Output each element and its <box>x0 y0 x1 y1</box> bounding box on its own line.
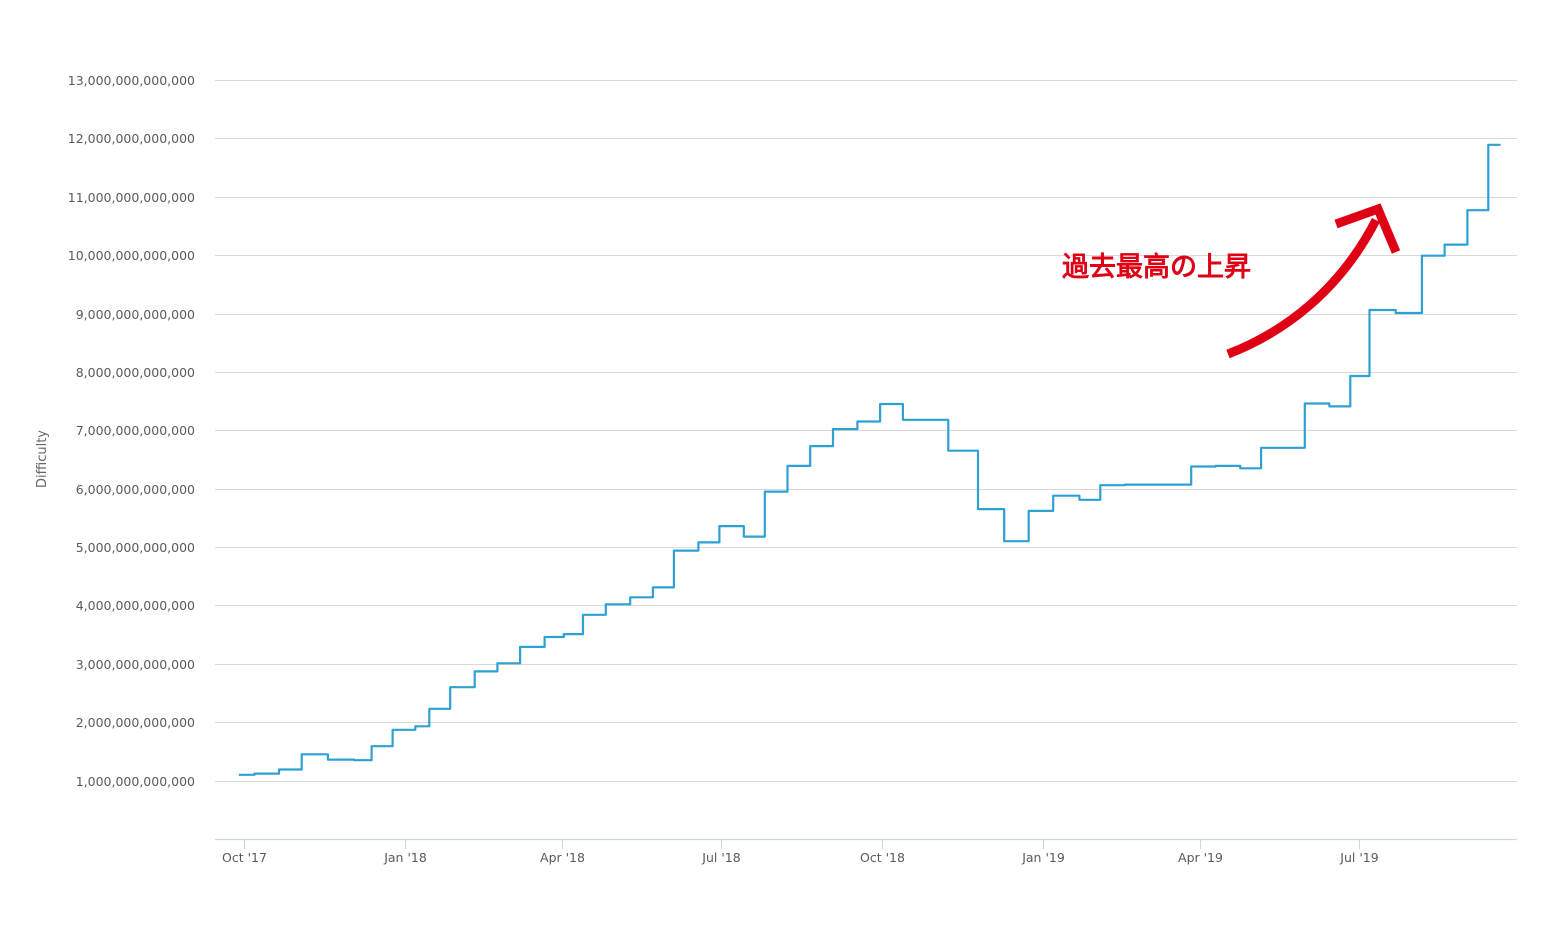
y-tick-label: 11,000,000,000,000 <box>68 190 195 205</box>
y-tick-label: 3,000,000,000,000 <box>76 657 195 672</box>
y-tick-label: 13,000,000,000,000 <box>68 73 195 88</box>
grid-lines <box>215 81 1517 782</box>
y-tick-label: 9,000,000,000,000 <box>76 307 195 322</box>
x-tick-label: Jul '18 <box>701 850 740 865</box>
x-tick-label: Jan '18 <box>383 850 427 865</box>
x-tick-label: Oct '18 <box>860 850 905 865</box>
x-tick-label: Oct '17 <box>222 850 267 865</box>
y-tick-label: 10,000,000,000,000 <box>68 248 195 263</box>
y-tick-label: 7,000,000,000,000 <box>76 423 195 438</box>
y-tick-label: 6,000,000,000,000 <box>76 482 195 497</box>
annotation: 過去最高の上昇 <box>1062 209 1396 354</box>
x-tick-label: Apr '18 <box>540 850 585 865</box>
annotation-arrow-icon <box>1228 220 1376 354</box>
chart-svg: 1,000,000,000,000 2,000,000,000,000 3,000,… <box>0 0 1560 924</box>
x-axis-tick-labels: Oct '17 Jan '18 Apr '18 Jul '18 Oct '18 Jan '… <box>222 850 1379 865</box>
y-tick-label: 8,000,000,000,000 <box>76 365 195 380</box>
y-tick-label: 2,000,000,000,000 <box>76 715 195 730</box>
y-tick-label: 5,000,000,000,000 <box>76 540 195 555</box>
y-tick-label: 1,000,000,000,000 <box>76 774 195 789</box>
annotation-text: 過去最高の上昇 <box>1062 251 1251 283</box>
x-axis <box>215 839 1517 849</box>
y-axis-label: Difficulty <box>35 430 50 488</box>
y-axis-tick-labels: 1,000,000,000,000 2,000,000,000,000 3,000,… <box>68 73 195 789</box>
difficulty-series-line <box>239 145 1501 775</box>
x-tick-label: Jan '19 <box>1021 850 1065 865</box>
difficulty-chart: 1,000,000,000,000 2,000,000,000,000 3,000,… <box>0 0 1560 924</box>
y-tick-label: 12,000,000,000,000 <box>68 131 195 146</box>
x-tick-label: Apr '19 <box>1178 850 1223 865</box>
y-tick-label: 4,000,000,000,000 <box>76 598 195 613</box>
series-layer <box>239 145 1501 775</box>
x-tick-label: Jul '19 <box>1339 850 1378 865</box>
